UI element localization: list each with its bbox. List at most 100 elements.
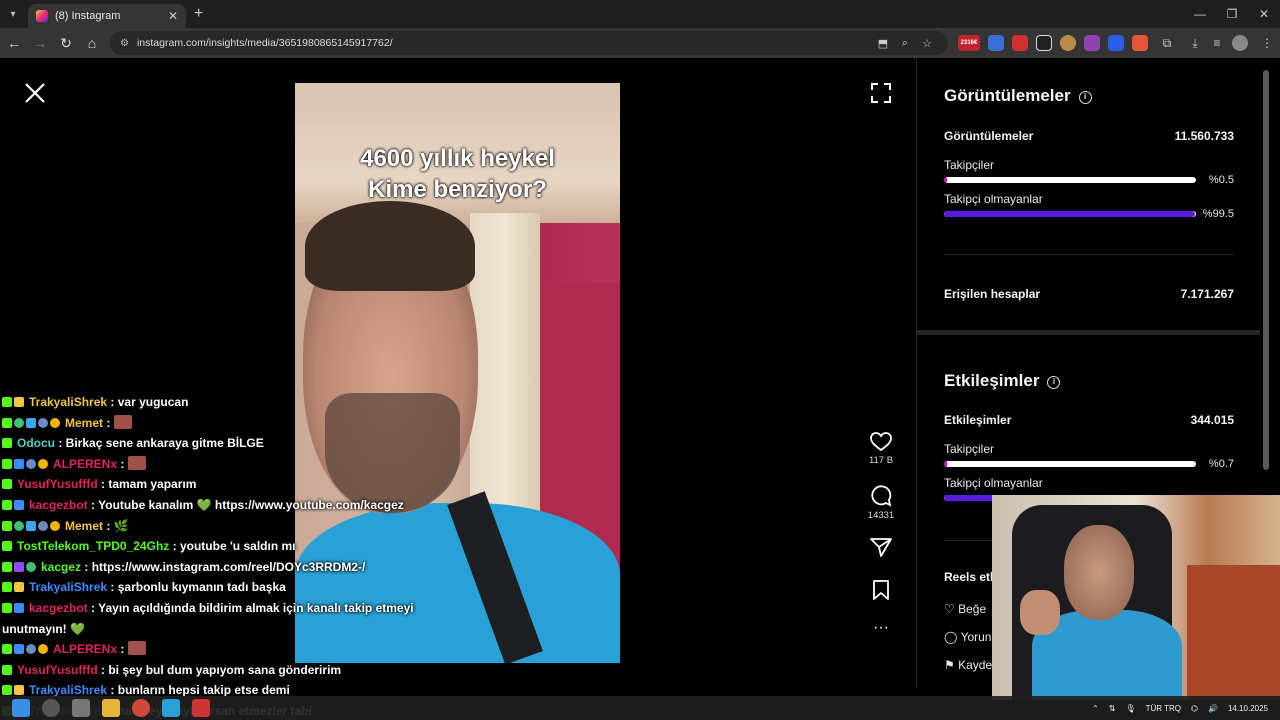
new-tab-button[interactable]: + (194, 5, 203, 23)
reels-saves-item: ⚑ Kayde (944, 658, 992, 672)
download-icon[interactable]: ⤓ (1184, 36, 1206, 51)
fullscreen-icon[interactable] (870, 82, 892, 104)
scrollbar-thumb[interactable] (1263, 70, 1269, 470)
like-action[interactable]: 117 B (860, 432, 902, 466)
chat-username[interactable]: YusufYusufffd (17, 663, 98, 677)
circle-badge-icon (26, 458, 36, 469)
extension-price-icon[interactable]: 2316€ (958, 35, 980, 51)
close-viewer-icon[interactable] (22, 80, 48, 106)
file-explorer-icon[interactable] (102, 699, 120, 717)
chat-message: YusufYusufffd : tamam yaparım (2, 474, 442, 495)
window-close-icon[interactable]: ✕ (1248, 0, 1280, 28)
menu-kebab-icon[interactable]: ⋮ (1256, 36, 1278, 50)
chrome-icon[interactable] (132, 699, 150, 717)
url-text: instagram.com/insights/media/36519808651… (136, 37, 393, 49)
engagement-total-row: Etkileşimler 344.015 (944, 413, 1234, 427)
tab-instagram[interactable]: (8) Instagram ✕ (28, 4, 186, 28)
chat-message: TrakyaliShrek : şarbonlu kıymanın tadı b… (2, 577, 442, 598)
app-icon[interactable] (162, 699, 180, 717)
tray-network-icon[interactable]: ⇅ (1109, 704, 1116, 713)
share-action[interactable] (860, 537, 902, 557)
tray-language[interactable]: TÜR TRQ (1146, 704, 1181, 713)
chat-text: : (106, 415, 111, 430)
back-button[interactable]: ← (2, 31, 26, 55)
app-icon-2[interactable] (192, 699, 210, 717)
reels-comments-label: Yorun (960, 630, 992, 644)
like-count: 117 B (868, 455, 894, 466)
chat-message: Odocu : Birkaç sene ankaraya gitme BİLGE (2, 433, 442, 454)
comment-action[interactable]: 14331 (860, 485, 902, 521)
bookmark-icon[interactable] (872, 580, 890, 600)
chat-username[interactable]: ALPERENx (53, 457, 117, 471)
heart-icon[interactable] (870, 432, 892, 452)
profile-avatar[interactable] (1232, 35, 1248, 51)
chat-username[interactable]: ALPERENx (53, 642, 117, 656)
chat-text: : Birkaç sene ankaraya gitme BİLGE (58, 436, 264, 451)
tab-search-icon[interactable]: ▾ (0, 0, 26, 28)
extension-diamond-icon[interactable] (1036, 35, 1052, 51)
chat-username[interactable]: Memet (65, 416, 103, 430)
views-followers-label: Takipçiler (944, 158, 995, 172)
caption-line-2: Kime benziyor? (368, 176, 547, 203)
shield-badge-icon (14, 499, 24, 510)
reels-likes-item: ♡ Beğe (944, 602, 986, 616)
tray-date[interactable]: 14.10.2025 (1228, 704, 1268, 713)
views-info-icon[interactable]: i (1078, 91, 1092, 104)
extension-abp-icon[interactable] (1012, 35, 1028, 51)
bookmark-star-icon[interactable]: ☆ (916, 37, 938, 50)
restore-icon[interactable]: ❐ (1216, 0, 1248, 28)
one-badge-icon (38, 644, 48, 655)
chat-username[interactable]: YusufYusufffd (17, 477, 98, 491)
extension-purple-icon[interactable] (1084, 35, 1100, 51)
kick-badge-icon (2, 685, 12, 696)
chat-username[interactable]: TrakyaliShrek (29, 580, 107, 594)
tray-mic-icon[interactable]: 🎙 (1125, 704, 1135, 713)
chat-username[interactable]: TostTelekom_TPD0_24Ghz (17, 539, 169, 553)
task-view-icon[interactable] (72, 699, 90, 717)
webcam-person-head (1064, 525, 1134, 620)
extensions-puzzle-icon[interactable]: ⧉ (1156, 36, 1178, 51)
extension-voice-icon[interactable] (1108, 35, 1124, 51)
engagement-nonfollowers-label: Takipçi olmayanlar (944, 476, 1043, 490)
extensions-row: 2316€ ⧉ ⤓ ≡ ⋮ (958, 35, 1278, 51)
engagement-info-icon[interactable]: i (1047, 376, 1061, 389)
save-action[interactable] (860, 580, 902, 600)
chat-username[interactable]: kacgezbot (29, 498, 88, 512)
chat-emote (127, 455, 146, 470)
forward-button[interactable]: → (28, 31, 52, 55)
reach-value: 7.171.267 (1180, 287, 1234, 301)
reach-row: Erişilen hesaplar 7.171.267 (944, 287, 1234, 301)
site-info-icon[interactable]: ⚙ (120, 38, 129, 49)
reload-button[interactable]: ↻ (54, 31, 78, 55)
crown-badge-icon (14, 685, 24, 696)
tray-wifi-icon[interactable]: ⌬ (1191, 704, 1198, 713)
start-icon[interactable] (12, 699, 30, 717)
chat-username[interactable]: TrakyaliShrek (29, 395, 107, 409)
chat-username[interactable]: Memet (65, 519, 103, 533)
chat-badges (2, 454, 50, 475)
tray-volume-icon[interactable]: 🔊 (1208, 704, 1218, 713)
install-app-icon[interactable]: ⬒ (872, 37, 894, 50)
chat-username[interactable]: Odocu (17, 436, 55, 450)
send-icon[interactable] (870, 537, 892, 557)
extension-cookie-icon[interactable] (1060, 35, 1076, 51)
views-total-label: Görüntülemeler (944, 129, 1034, 143)
chat-username[interactable]: kacgezbot (29, 601, 88, 615)
address-bar[interactable]: ⚙ instagram.com/insights/media/365198086… (110, 31, 948, 55)
tray-chevron-icon[interactable]: ⌃ (1092, 704, 1099, 713)
minimize-icon[interactable]: — (1184, 0, 1216, 28)
tab-close-icon[interactable]: ✕ (168, 9, 178, 23)
comment-icon[interactable] (870, 485, 892, 507)
zoom-icon[interactable]: ⌕ (894, 37, 916, 50)
extension-translate-icon[interactable] (988, 35, 1004, 51)
more-options-icon[interactable]: ··· (860, 620, 902, 636)
home-button[interactable]: ⌂ (80, 31, 104, 55)
search-icon[interactable] (42, 699, 60, 717)
views-followers-fill (944, 177, 948, 183)
chat-username[interactable]: kacgez (41, 560, 81, 574)
extension-rss-icon[interactable] (1132, 35, 1148, 51)
check-badge-icon (26, 561, 36, 572)
chat-text: : var yugucan (110, 395, 189, 409)
chat-text: : Youtube kanalım 💚 https://www.youtube.… (91, 497, 404, 512)
reading-list-icon[interactable]: ≡ (1206, 36, 1228, 50)
